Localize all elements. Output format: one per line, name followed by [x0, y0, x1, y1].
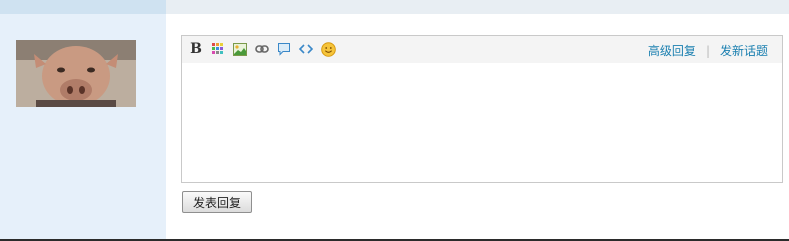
link-separator: | [705, 43, 710, 58]
code-icon[interactable] [298, 41, 314, 57]
advanced-reply-link[interactable]: 高级回复 [648, 42, 696, 59]
editor-links: 高级回复 | 发新话题 [648, 42, 768, 59]
reply-editor: B 高级回复 | 发新话题 [181, 35, 783, 183]
reply-textarea[interactable] [182, 63, 782, 181]
color-grid-icon[interactable] [210, 41, 226, 57]
top-strip-left [0, 0, 166, 14]
bold-icon[interactable]: B [188, 41, 204, 57]
avatar-image [16, 40, 136, 107]
top-strip-right [166, 0, 789, 14]
smiley-icon[interactable] [320, 41, 336, 57]
submit-reply-button[interactable]: 发表回复 [182, 191, 252, 213]
formatting-tools: B [188, 41, 342, 57]
avatar [16, 40, 136, 107]
new-topic-link[interactable]: 发新话题 [720, 42, 768, 59]
editor-toolbar: B 高级回复 | 发新话题 [182, 36, 782, 63]
link-icon[interactable] [254, 41, 270, 57]
quote-icon[interactable] [276, 41, 292, 57]
image-icon[interactable] [232, 41, 248, 57]
